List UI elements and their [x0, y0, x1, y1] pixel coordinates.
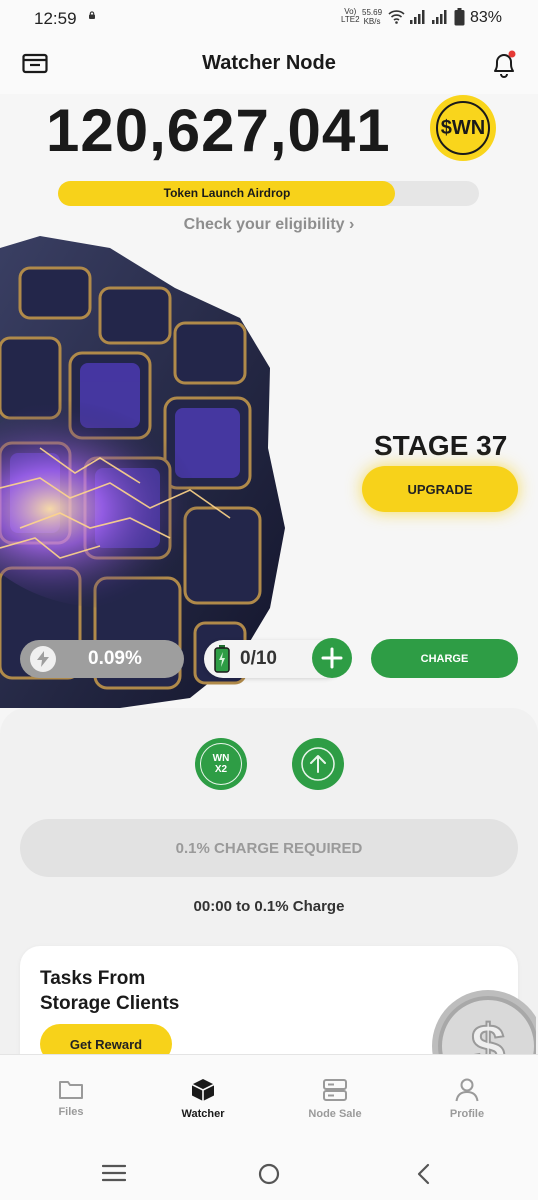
coin-label: $WN [436, 101, 490, 155]
stage-label: STAGE 37 [374, 430, 508, 461]
battery-charge-icon [214, 645, 230, 673]
signal-icon-1 [410, 10, 425, 24]
battery-percent: 83% [470, 9, 503, 26]
nav-watcher[interactable]: Watcher [163, 1078, 243, 1120]
lightning-icon [30, 646, 56, 672]
tasks-title: Tasks From Storage Clients [40, 968, 180, 1014]
charge-required-button[interactable]: 0.1% CHARGE REQUIRED [20, 819, 518, 877]
cube-icon [191, 1079, 215, 1101]
nav-profile[interactable]: Profile [427, 1078, 507, 1120]
token-balance: 120,627,041 [46, 97, 391, 164]
recent-apps-icon[interactable] [102, 1164, 126, 1182]
nav-node-sale[interactable]: Node Sale [295, 1078, 375, 1120]
home-icon[interactable] [258, 1163, 280, 1185]
charge-button[interactable]: CHARGE [371, 639, 518, 678]
back-icon[interactable] [416, 1163, 430, 1185]
energy-value: 0.09% [88, 648, 142, 669]
multiplier-boost-button[interactable]: WN X2 [195, 738, 247, 790]
folder-icon [59, 1081, 83, 1099]
network-indicator: Vo) LTE2 [341, 7, 360, 24]
add-battery-button[interactable] [312, 638, 352, 678]
battery-status-icon [454, 8, 465, 26]
multiplier-badge: WN X2 [200, 743, 242, 785]
upgrade-button[interactable]: UPGRADE [362, 466, 518, 512]
battery-count: 0/10 [240, 648, 277, 669]
watcher-node-artwork [0, 236, 285, 708]
arrow-up-icon [301, 747, 335, 781]
server-icon [323, 1079, 347, 1101]
lock-icon [89, 11, 95, 19]
network-speed: 55.69 KB/s [362, 8, 383, 26]
plus-icon [321, 647, 343, 669]
bell-icon[interactable] [490, 49, 518, 79]
status-time: 12:59 [34, 9, 77, 28]
wifi-icon [388, 10, 405, 24]
charge-timer: 00:00 to 0.1% Charge [193, 898, 345, 915]
person-icon [455, 1078, 479, 1102]
page-title: Watcher Node [202, 52, 336, 74]
airdrop-label: Token Launch Airdrop [163, 186, 291, 200]
boost-up-button[interactable] [292, 738, 344, 790]
signal-icon-2 [432, 10, 447, 24]
wn-coin-badge: $WN [430, 95, 496, 161]
nav-files[interactable]: Files [31, 1078, 111, 1118]
